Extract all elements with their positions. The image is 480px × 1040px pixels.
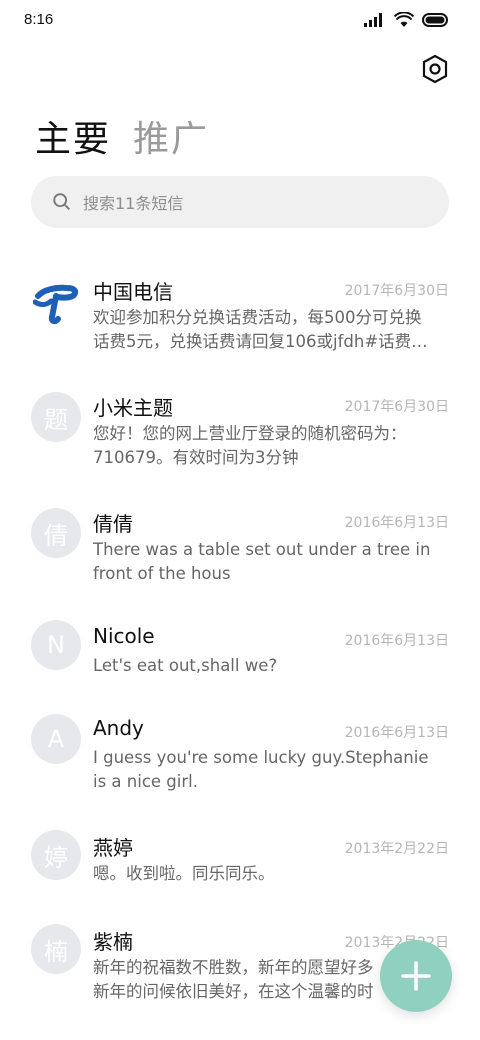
conversation-name: Nicole [93, 624, 155, 648]
plus-icon [401, 961, 431, 991]
tab-promotions[interactable]: 推广 [133, 110, 209, 162]
avatar: A [31, 714, 81, 764]
signal-icon [364, 13, 382, 27]
conversation-item[interactable]: 倩 倩倩 2016年6月13日 There was a table set ou… [0, 490, 480, 590]
gear-icon[interactable] [420, 54, 450, 84]
conversation-item[interactable]: 婷 燕婷 2013年2月22日 嗯。收到啦。同乐同乐。 [0, 820, 480, 900]
avatar [31, 276, 81, 326]
conversation-date: 2016年6月13日 [344, 515, 449, 531]
conversation-name: 中国电信 [93, 280, 173, 304]
battery-icon [422, 13, 448, 27]
avatar: 楠 [31, 924, 81, 974]
conversation-item[interactable]: N Nicole 2016年6月13日 Let's eat out,shall … [0, 608, 480, 688]
tab-primary[interactable]: 主要 [35, 110, 111, 162]
conversation-preview: I guess you're some lucky guy.Stephanie … [93, 748, 429, 791]
tabs: 主要 推广 [35, 110, 209, 162]
conversation-name: 小米主题 [93, 396, 173, 420]
conversation-preview: Let's eat out,shall we? [93, 656, 278, 675]
conversation-preview: 欢迎参加积分兑换话费活动，每500分可兑换 话费5元，兑换话费请回复106或jf… [93, 308, 428, 351]
avatar: 题 [31, 392, 81, 442]
status-bar: 8:16 [0, 0, 480, 44]
conversation-date: 2016年6月13日 [344, 633, 449, 649]
conversation-name: 倩倩 [93, 512, 133, 536]
avatar: N [31, 620, 81, 670]
conversation-preview: 您好！您的网上营业厅登录的随机密码为： 710679。有效时间为3分钟 [93, 424, 407, 467]
conversation-name: 紫楠 [93, 930, 133, 954]
wifi-icon [394, 12, 414, 27]
conversation-item[interactable]: A Andy 2016年6月13日 I guess you're some lu… [0, 702, 480, 802]
conversation-date: 2017年6月30日 [344, 283, 449, 299]
conversation-item[interactable]: 题 小米主题 2017年6月30日 您好！您的网上营业厅登录的随机密码为： 71… [0, 374, 480, 474]
status-icons [364, 12, 450, 28]
conversation-date: 2013年2月22日 [344, 841, 449, 857]
china-telecom-logo-icon [33, 284, 79, 324]
avatar: 倩 [31, 508, 81, 558]
conversation-name: Andy [93, 716, 144, 740]
conversation-preview: 嗯。收到啦。同乐同乐。 [93, 864, 275, 883]
search-icon [53, 193, 70, 210]
avatar: 婷 [31, 830, 81, 880]
conversation-date: 2016年6月13日 [344, 725, 449, 741]
status-time: 8:16 [24, 11, 54, 28]
search-placeholder: 搜索11条短信 [83, 194, 184, 213]
conversation-date: 2017年6月30日 [344, 399, 449, 415]
conversation-item[interactable]: 中国电信 2017年6月30日 欢迎参加积分兑换话费活动，每500分可兑换 话费… [0, 258, 480, 358]
conversation-preview: There was a table set out under a tree i… [93, 540, 431, 583]
conversation-name: 燕婷 [93, 836, 133, 860]
search-bar[interactable]: 搜索11条短信 [31, 176, 449, 228]
new-message-button[interactable] [380, 940, 452, 1012]
